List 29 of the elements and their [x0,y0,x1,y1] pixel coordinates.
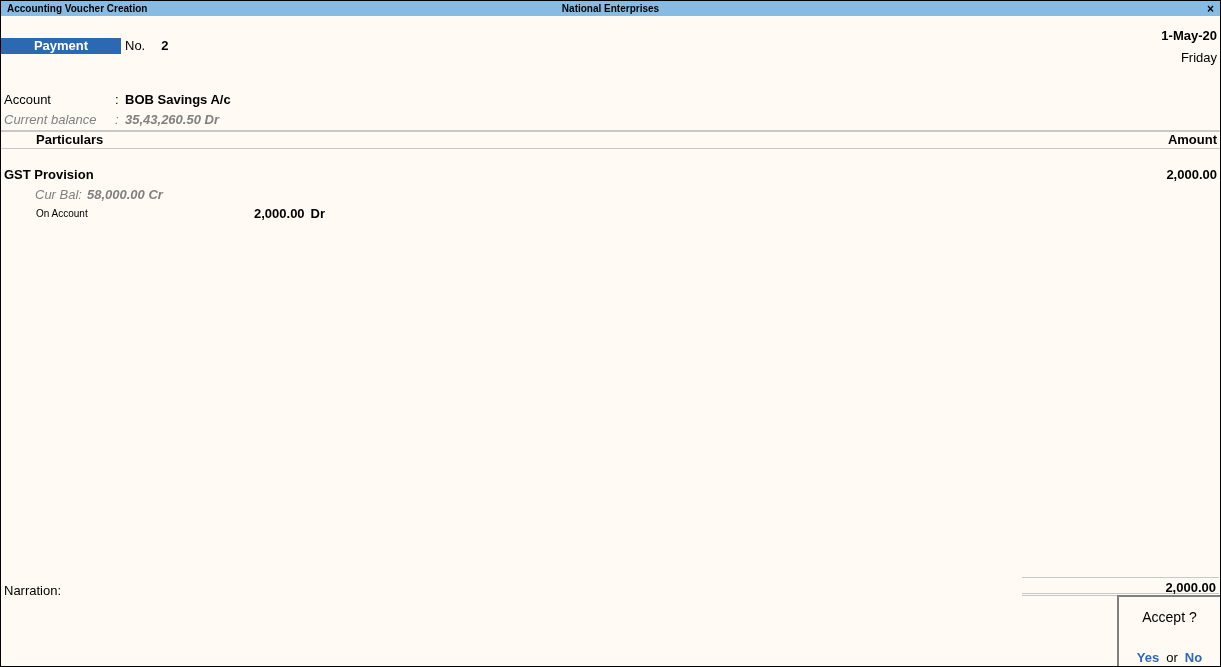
balance-label: Current balance [4,110,98,129]
narration-label: Narration: [3,581,62,600]
cur-bal-value: 58,000.00 Cr [86,185,163,204]
voucher-number-label: No. [125,37,146,56]
account-label: Account [4,91,52,109]
ledger-amount: 2,000.00 [1166,166,1217,184]
yes-button[interactable]: Yes [1136,648,1160,666]
cur-bal-label: Cur Bal: [35,185,82,204]
voucher-type-badge: Payment [1,38,121,54]
close-button[interactable]: × [1207,2,1214,15]
window-title: Accounting Voucher Creation [7,2,148,16]
amount-header: Amount [1167,131,1217,150]
ledger-name[interactable]: GST Provision [4,165,94,185]
voucher-day: Friday [1180,47,1217,67]
balance-separator: : [115,110,120,129]
account-value: BOB Savings A/c [125,91,231,109]
voucher-date: 1-May-20 [1161,27,1217,45]
balance-value: 35,43,260.50 Dr [125,110,219,129]
or-text: or [1166,649,1178,666]
particulars-header: Particulars [35,131,104,150]
bill-side: Dr [310,205,326,223]
total-amount: 2,000.00 [1165,579,1216,595]
bill-amount: 2,000.00 [254,205,305,223]
voucher-number: 2 [161,37,169,56]
bill-reference: On Account [36,207,89,222]
company-name: National Enterprises [561,2,660,16]
accept-question: Accept ? [1142,608,1197,627]
account-separator: : [115,91,120,109]
no-button[interactable]: No [1184,648,1203,666]
